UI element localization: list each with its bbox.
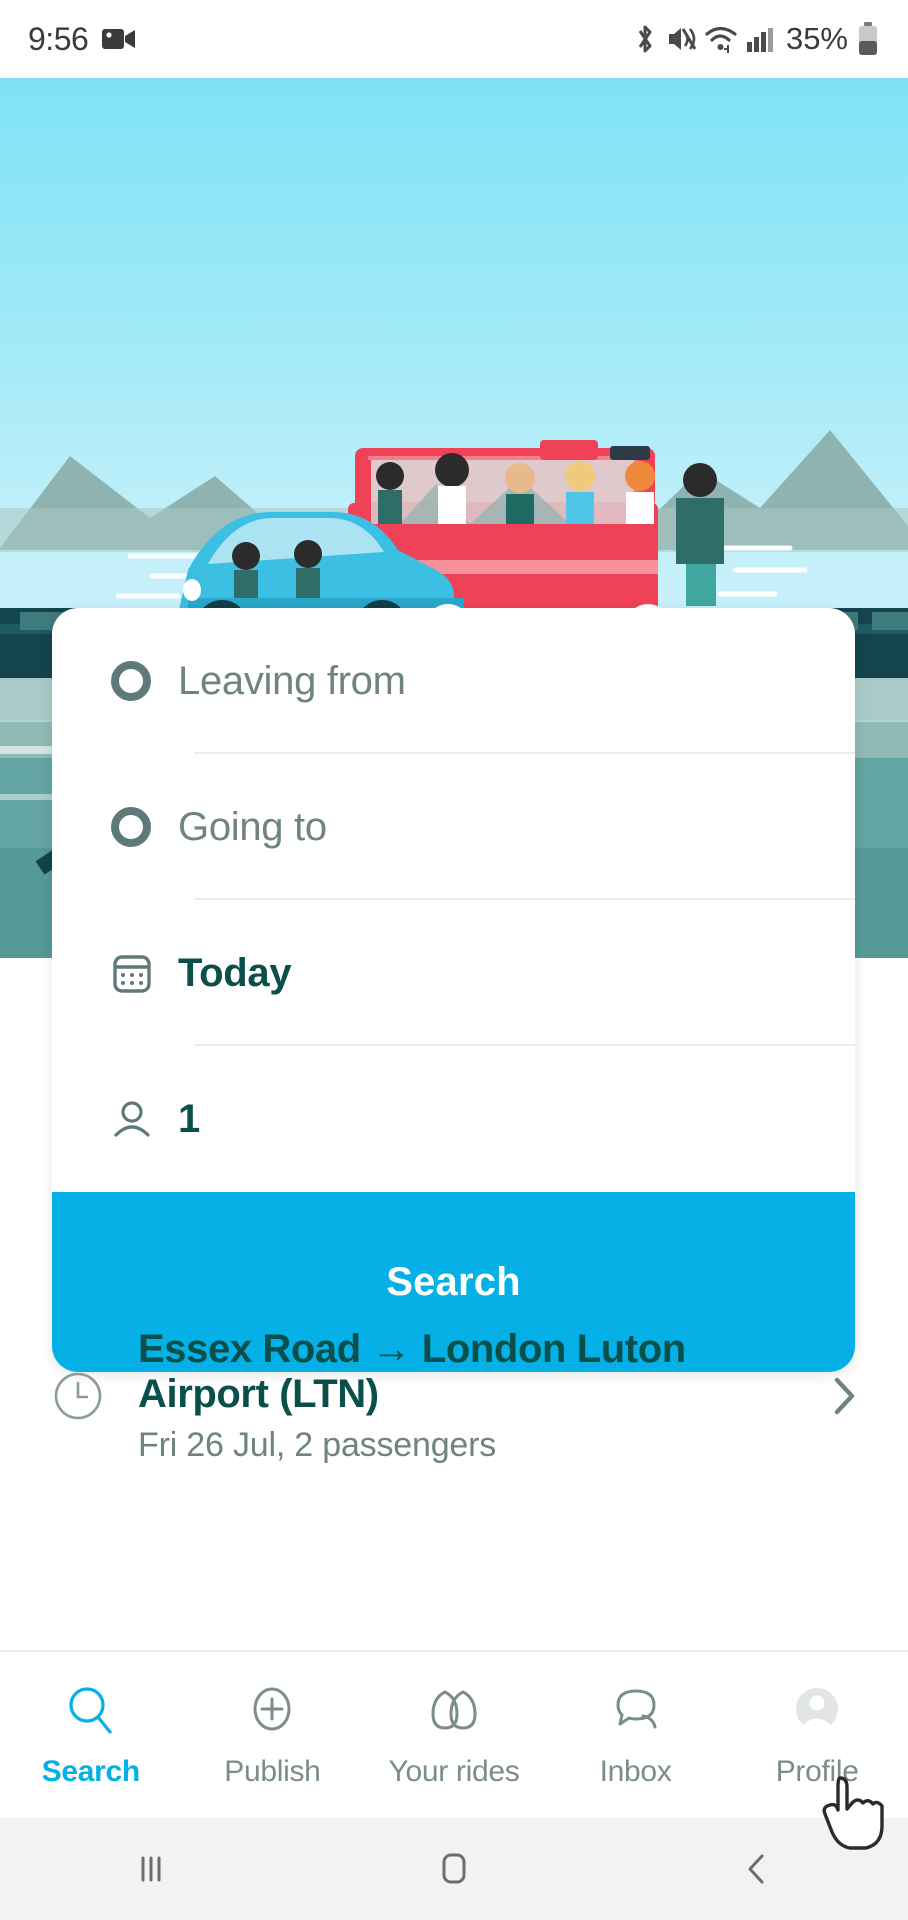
field-going-to[interactable]: Going to [52, 754, 855, 900]
plus-circle-icon [243, 1682, 301, 1745]
recents-button[interactable] [0, 1849, 303, 1889]
rides-icon [423, 1682, 485, 1745]
status-time: 9:56 [28, 20, 89, 57]
bluetooth-icon [632, 22, 658, 56]
nav-item-profile[interactable]: Profile [726, 1682, 908, 1789]
date-text: Today [178, 950, 292, 995]
calendar-icon [106, 947, 162, 999]
nav-label-search: Search [41, 1754, 141, 1788]
search-card: Leaving from Going to Today 1 Search [52, 608, 855, 1372]
nav-item-your-rides[interactable]: Your rides [363, 1682, 545, 1789]
recent-search-subtitle: Fri 26 Jul, 2 passengers [138, 1426, 497, 1465]
cellular-signal-icon [746, 24, 774, 54]
passenger-count-text: 1 [178, 1096, 200, 1141]
circle-outline-icon [106, 656, 162, 706]
recents-icon [141, 1856, 161, 1882]
home-icon [442, 1853, 466, 1884]
nav-item-inbox[interactable]: Inbox [545, 1682, 727, 1789]
recent-search-body: Essex Road → London Luton Airport (LTN) … [114, 1327, 814, 1466]
recent-search-title: Essex Road → London Luton Airport (LTN) [138, 1326, 686, 1416]
field-passengers[interactable]: 1 [52, 1046, 855, 1192]
nav-label-publish: Publish [224, 1754, 321, 1788]
field-leaving-from[interactable]: Leaving from [52, 608, 855, 754]
back-icon [748, 1854, 764, 1884]
going-to-text: Going to [178, 804, 327, 849]
nav-item-search[interactable]: Search [0, 1682, 182, 1789]
nav-label-your-rides: Your rides [388, 1754, 520, 1788]
status-bar: 9:56 35% [0, 0, 908, 78]
chevron-right-icon[interactable] [814, 1370, 874, 1422]
mute-icon [666, 23, 696, 55]
circle-outline-icon [106, 802, 162, 852]
person-icon [106, 1093, 162, 1145]
video-camera-icon [102, 26, 136, 52]
avatar-icon [788, 1682, 846, 1745]
status-bar-left: 9:56 [28, 21, 136, 58]
back-button[interactable] [605, 1848, 908, 1890]
leaving-from-text: Leaving from [178, 658, 406, 703]
nav-item-publish[interactable]: Publish [182, 1682, 364, 1789]
battery-icon [856, 21, 880, 57]
home-button[interactable] [303, 1847, 606, 1891]
clock-icon [42, 1366, 114, 1426]
nav-label-profile: Profile [775, 1754, 859, 1788]
status-bar-right: 35% [632, 21, 880, 57]
android-system-nav [0, 1818, 908, 1920]
recent-search-item[interactable]: Essex Road → London Luton Airport (LTN) … [0, 1316, 908, 1476]
wifi-icon [704, 23, 738, 55]
field-date[interactable]: Today [52, 900, 855, 1046]
bottom-navigation-bar: Search Publish Your rides Inbox Profile [0, 1650, 908, 1818]
battery-percent-label: 35% [785, 21, 848, 56]
search-icon [62, 1682, 120, 1745]
chat-bubble-icon [607, 1682, 665, 1745]
nav-label-inbox: Inbox [599, 1754, 672, 1788]
